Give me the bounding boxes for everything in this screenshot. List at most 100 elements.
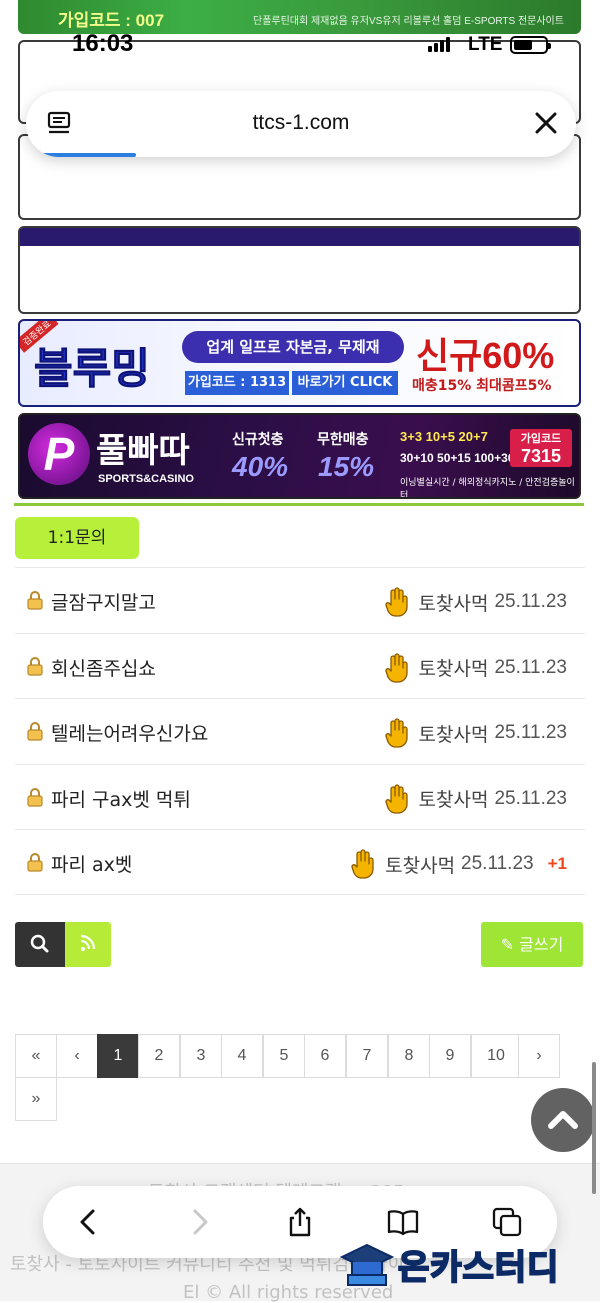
search-button[interactable] xyxy=(15,922,65,967)
scrollbar[interactable] xyxy=(592,1062,596,1194)
comment-count: +1 xyxy=(547,854,567,874)
url-text[interactable]: ttcs-1.com xyxy=(26,111,576,135)
page-2[interactable]: 2 xyxy=(138,1034,180,1078)
post-meta: 토찾사먹 25.11.23 xyxy=(383,717,567,749)
watermark-logo: 온카스터디 xyxy=(340,1240,559,1289)
post-meta: 토찾사먹 25.11.23 xyxy=(383,652,567,684)
ad-frame-3[interactable] xyxy=(18,226,581,314)
battery-icon xyxy=(510,36,551,54)
hand-icon xyxy=(351,849,374,880)
hand-icon xyxy=(384,718,408,748)
post-meta: 토찾사먹 25.11.23 +1 xyxy=(349,848,567,880)
poolbbadda-foot: 이닝별실시간 / 해외정식카지노 / 안전검증놀이터 xyxy=(400,478,575,499)
page-prev[interactable]: ‹ xyxy=(56,1034,98,1078)
browser-url-bar[interactable]: ttcs-1.com xyxy=(26,91,576,157)
post-list: 글잠구지말고 토찾사먹 25.11.23 회신좀주십쇼 토찾사먹 25.11.23 텔레는어… xyxy=(15,567,585,895)
page-9[interactable]: 9 xyxy=(429,1034,471,1078)
post-author[interactable]: 토찾사먹 xyxy=(419,720,489,747)
section-divider xyxy=(14,503,584,506)
page-8[interactable]: 8 xyxy=(388,1034,430,1078)
close-icon[interactable] xyxy=(532,109,560,137)
poolbbadda-pct1: 40% xyxy=(232,451,289,482)
lock-icon xyxy=(27,787,43,807)
rss-icon xyxy=(80,934,96,951)
rss-button[interactable] xyxy=(65,922,111,967)
post-title[interactable]: 텔레는어려우신가요 xyxy=(51,719,208,746)
post-title[interactable]: 파리 ax벳 xyxy=(51,850,132,877)
top-ad-banner[interactable]: 가입코드 : 007 단폴루틴대회 제재없음 유저VS유저 리볼루션 홀덤 E-… xyxy=(18,0,581,34)
poolbbadda-join-badge: 가입코드 7315 xyxy=(510,429,572,467)
poolbbadda-logo: P xyxy=(28,423,90,485)
poolbbadda-join-label: 가입코드 xyxy=(520,432,562,445)
list-item[interactable]: 회신좀주십쇼 토찾사먹 25.11.23 xyxy=(15,632,585,699)
bluming-promo-big: 신규60% xyxy=(416,335,555,376)
scroll-top-button[interactable] xyxy=(531,1088,595,1152)
page-6[interactable]: 6 xyxy=(304,1034,346,1078)
bluming-headline: 업계 일프로 자본금, 무제재 xyxy=(182,331,404,363)
search-icon xyxy=(30,934,49,953)
bluming-go-button[interactable]: 바로가기 CLICK xyxy=(292,371,398,395)
post-title[interactable]: 회신좀주십쇼 xyxy=(51,654,156,681)
page-load-progress xyxy=(26,153,136,157)
tabs-icon[interactable] xyxy=(491,1206,523,1238)
page-4[interactable]: 4 xyxy=(221,1034,263,1078)
page-1[interactable]: 1 xyxy=(97,1034,139,1078)
status-time: 16:03 xyxy=(72,30,134,57)
page-5[interactable]: 5 xyxy=(263,1034,305,1078)
hand-icon xyxy=(384,652,408,683)
page-3[interactable]: 3 xyxy=(180,1034,222,1078)
lock-icon xyxy=(27,722,43,741)
bluming-promo-small: 매충15% 최대콤프5% xyxy=(412,378,552,394)
page-7[interactable]: 7 xyxy=(346,1034,388,1078)
lock-icon xyxy=(27,656,43,676)
post-author[interactable]: 토찾사먹 xyxy=(419,589,489,616)
post-author[interactable]: 토찾사먹 xyxy=(385,851,455,878)
poolbbadda-join-code: 7315 xyxy=(520,446,562,466)
hand-icon xyxy=(384,587,408,617)
list-item[interactable]: 글잠구지말고 토찾사먹 25.11.23 xyxy=(15,567,585,633)
poolbbadda-sub: SPORTS&CASINO xyxy=(98,473,194,485)
hand-icon xyxy=(384,784,408,814)
poolbbadda-brand: 풀빠따 xyxy=(96,431,190,471)
graduation-cap-icon xyxy=(340,1243,394,1286)
chevron-up-icon xyxy=(548,1111,578,1129)
watermark-text: 온카스터디 xyxy=(397,1247,560,1289)
top-banner-tagline: 단폴루틴대회 제재없음 유저VS유저 리볼루션 홀덤 E-SPORTS 전문사이… xyxy=(253,16,564,27)
poolbbadda-ad-banner[interactable]: P 풀빠따 SPORTS&CASINO 신규첫충 무한매충 40% 15% 3+… xyxy=(18,413,581,499)
list-item[interactable]: 파리 구ax벳 먹튀 토찾사먹 25.11.23 xyxy=(15,763,585,830)
poolbbadda-pct2: 15% xyxy=(318,451,375,482)
post-date: 25.11.23 xyxy=(494,787,567,809)
pencil-icon: ✎ xyxy=(500,935,515,954)
bluming-ad-banner[interactable]: 검증완료 블루밍 업계 일프로 자본금, 무제재 가입코드 : 1313 바로가… xyxy=(18,319,581,407)
post-meta: 토찾사먹 25.11.23 xyxy=(383,783,567,815)
poolbbadda-bonus1: 3+3 10+5 20+7 xyxy=(400,429,488,444)
bookmarks-icon[interactable] xyxy=(387,1206,419,1238)
post-date: 25.11.23 xyxy=(494,722,567,744)
top-banner-code: 가입코드 : 007 xyxy=(58,11,165,30)
page-last[interactable]: » xyxy=(15,1077,57,1121)
page-next[interactable]: › xyxy=(518,1034,560,1078)
write-button[interactable]: ✎ 글쓰기 xyxy=(481,922,583,967)
page-10[interactable]: 10 xyxy=(471,1034,521,1078)
forward-icon[interactable] xyxy=(183,1206,215,1238)
list-item[interactable]: 파리 ax벳 토찾사먹 25.11.23 +1 xyxy=(15,829,585,895)
lock-icon xyxy=(27,853,43,872)
post-title[interactable]: 글잠구지말고 xyxy=(51,588,156,615)
back-icon[interactable] xyxy=(73,1206,105,1238)
page-first[interactable]: « xyxy=(15,1034,57,1078)
network-label: LTE xyxy=(468,34,503,55)
post-author[interactable]: 토찾사먹 xyxy=(419,785,489,812)
list-item[interactable]: 텔레는어려우신가요 토찾사먹 25.11.23 xyxy=(15,698,585,764)
lock-icon xyxy=(27,591,43,610)
section-label[interactable]: 1:1문의 xyxy=(15,517,139,559)
post-meta: 토찾사먹 25.11.23 xyxy=(383,586,567,618)
post-title[interactable]: 파리 구ax벳 먹튀 xyxy=(51,785,191,812)
post-date: 25.11.23 xyxy=(461,853,534,875)
write-label: 글쓰기 xyxy=(519,935,564,954)
post-date: 25.11.23 xyxy=(494,591,567,612)
share-icon[interactable] xyxy=(284,1206,316,1238)
signal-icon xyxy=(428,37,450,52)
post-author[interactable]: 토찾사먹 xyxy=(419,654,489,681)
poolbbadda-bonus2: 30+10 50+15 100+30 xyxy=(400,451,515,465)
bluming-brand: 블루밍 xyxy=(34,344,151,394)
